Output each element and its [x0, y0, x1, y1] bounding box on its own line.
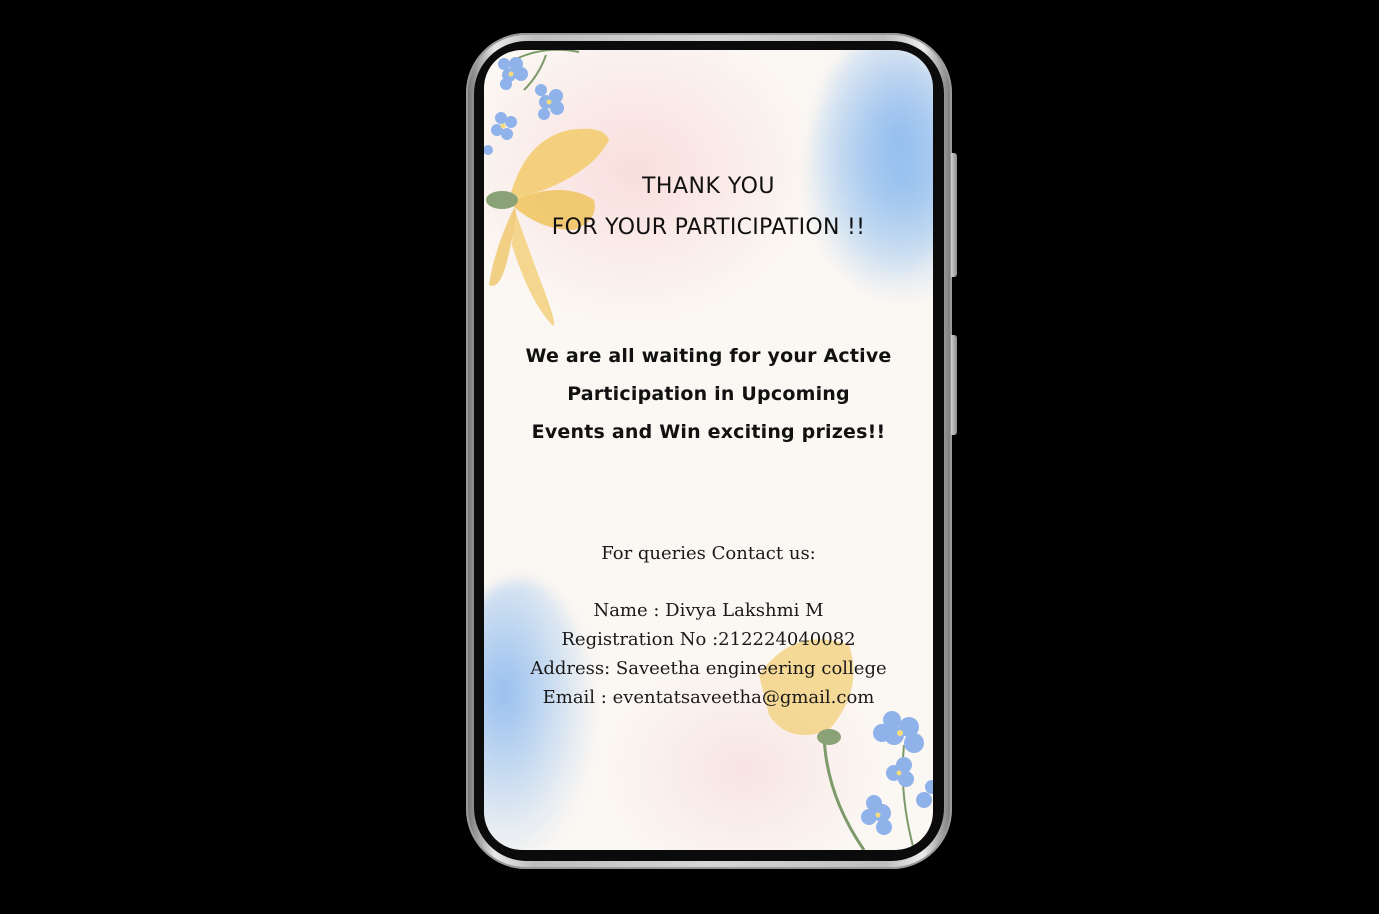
contact-registration: Registration No :212224040082 [561, 629, 856, 650]
contact-heading: For queries Contact us: [601, 543, 816, 564]
volume-button [951, 153, 957, 277]
message-line: We are all waiting for your Active [525, 345, 892, 367]
phone-screen: THANK YOU FOR YOUR PARTICIPATION !! We a… [484, 50, 933, 850]
watercolor-wash [809, 50, 933, 280]
stage: THANK YOU FOR YOUR PARTICIPATION !! We a… [0, 0, 1379, 914]
title-line-1: THANK YOU [641, 174, 776, 199]
message-line: Events and Win exciting prizes!! [531, 421, 886, 443]
power-button [951, 335, 957, 435]
contact-address: Address: Saveetha engineering college [530, 658, 887, 679]
title-line-2: FOR YOUR PARTICIPATION !! [551, 215, 866, 240]
message-line: Participation in Upcoming [567, 383, 850, 405]
contact-name: Name : Divya Lakshmi M [593, 600, 824, 621]
contact-email: Email : eventatsaveetha@gmail.com [542, 687, 875, 708]
